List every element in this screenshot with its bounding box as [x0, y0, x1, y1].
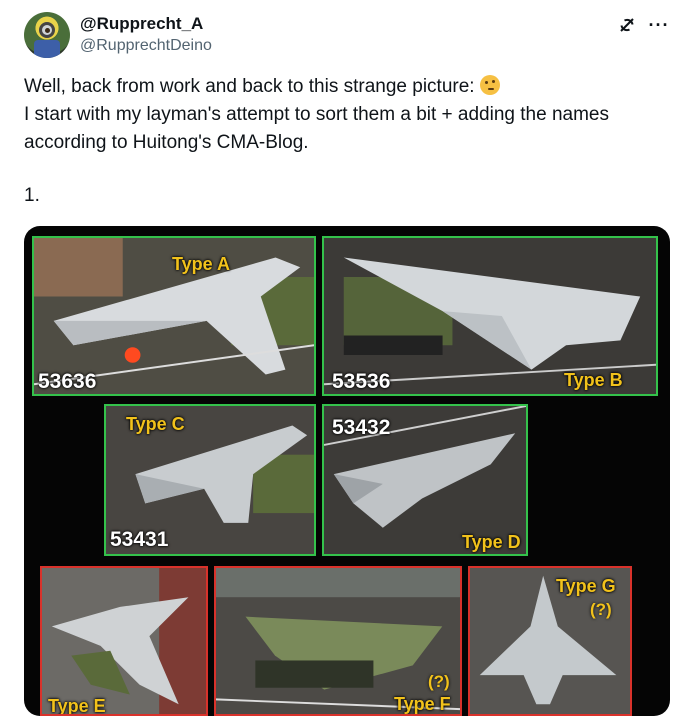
- tweet-image[interactable]: Type A 53636 Type B 53536 Type C 53431 5…: [24, 226, 670, 716]
- panel-question-label: (?): [590, 600, 612, 619]
- panel-question-label: (?): [428, 672, 450, 691]
- panel-number-label: 53432: [332, 416, 391, 439]
- panel-type-d: 53432 Type D: [322, 404, 528, 556]
- list-marker: 1.: [24, 185, 40, 206]
- panel-number-label: 53636: [38, 370, 97, 393]
- panel-type-g: Type G (?): [468, 566, 632, 716]
- more-options-icon[interactable]: ···: [646, 12, 672, 38]
- panel-type-label: Type B: [564, 370, 623, 390]
- tweet-text: Well, back from work and back to this st…: [24, 73, 664, 157]
- aircraft-photo-e: [42, 568, 206, 714]
- panel-type-label: Type D: [462, 532, 521, 552]
- grok-icon[interactable]: [614, 12, 640, 38]
- panel-type-label: Type C: [126, 414, 185, 434]
- panel-type-label: Type G: [556, 576, 616, 596]
- user-handle[interactable]: @RupprechtDeino: [80, 37, 212, 55]
- panel-type-b: Type B 53536: [322, 236, 658, 396]
- panel-type-f: (?) Type F: [214, 566, 462, 716]
- avatar[interactable]: [24, 12, 70, 58]
- avatar-overall: [34, 40, 60, 58]
- display-name[interactable]: @Rupprecht_A: [80, 14, 203, 34]
- tweet-line-2: I start with my layman's attempt to sort…: [24, 104, 609, 153]
- panel-type-c: Type C 53431: [104, 404, 316, 556]
- panel-type-e: Type E: [40, 566, 208, 716]
- panel-number-label: 53431: [110, 528, 169, 551]
- panel-number-label: 53536: [332, 370, 391, 393]
- panel-type-label: Type F: [394, 694, 451, 714]
- tweet-line-1: Well, back from work and back to this st…: [24, 76, 475, 97]
- panel-type-a: Type A 53636: [32, 236, 316, 396]
- avatar-goggle: [39, 22, 55, 38]
- aircraft-photo-f: [216, 568, 460, 714]
- panel-type-label: Type A: [172, 254, 231, 274]
- panel-type-label: Type E: [48, 696, 106, 716]
- thinking-face-emoji-icon: [479, 75, 500, 95]
